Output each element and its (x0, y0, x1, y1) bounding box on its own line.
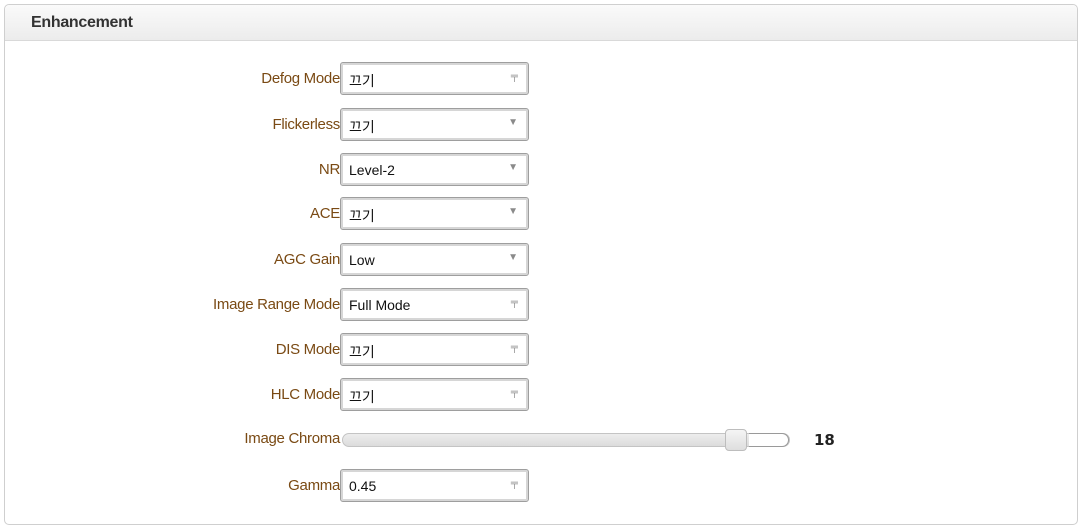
flickerless-select[interactable]: 끄기 ▼ (340, 108, 529, 141)
hlc-mode-label: HLC Mode (270, 386, 341, 403)
dropdown-arrow-icon: ╤ (510, 342, 518, 353)
defog-mode-value: 끄기 (349, 73, 375, 89)
dropdown-arrow-icon: ▼ (508, 206, 518, 217)
gamma-row: Gamma 0.45 ╤ (0, 469, 1082, 502)
dropdown-arrow-icon: ▼ (508, 162, 518, 173)
dis-mode-select[interactable]: 끄기 ╤ (340, 333, 529, 366)
image-range-mode-select[interactable]: Full Mode ╤ (340, 288, 529, 321)
gamma-label: Gamma (288, 477, 340, 494)
image-chroma-row: Image Chroma 18 (0, 427, 1082, 459)
flickerless-value: 끄기 (349, 119, 375, 135)
image-range-mode-value: Full Mode (349, 297, 411, 313)
dropdown-arrow-icon: ▼ (508, 117, 518, 128)
dropdown-arrow-icon: ╤ (510, 387, 518, 398)
image-range-mode-row: Image Range Mode Full Mode ╤ (0, 288, 1082, 321)
nr-select[interactable]: Level-2 ▼ (340, 153, 529, 186)
agc-gain-select[interactable]: Low ▼ (340, 243, 529, 276)
ace-row: ACE 끄기 ▼ (0, 197, 1082, 230)
flickerless-row: Flickerless 끄기 ▼ (0, 108, 1082, 141)
nr-row: NR Level-2 ▼ (0, 153, 1082, 186)
agc-gain-row: AGC Gain Low ▼ (0, 243, 1082, 276)
dropdown-arrow-icon: ╤ (510, 71, 518, 82)
ace-select[interactable]: 끄기 ▼ (340, 197, 529, 230)
slider-track-end (749, 433, 789, 447)
nr-value: Level-2 (349, 162, 395, 178)
hlc-mode-select[interactable]: 끄기 ╤ (340, 378, 529, 411)
ace-label: ACE (310, 205, 340, 222)
gamma-select[interactable]: 0.45 ╤ (340, 469, 529, 502)
dis-mode-label: DIS Mode (275, 341, 341, 358)
nr-label: NR (318, 161, 340, 178)
panel-title: Enhancement (31, 13, 133, 31)
defog-mode-label: Defog Mode (261, 70, 340, 87)
dropdown-arrow-icon: ╤ (510, 478, 518, 489)
dropdown-arrow-icon: ╤ (510, 297, 518, 308)
image-chroma-value: 18 (814, 431, 835, 449)
hlc-mode-value: 끄기 (349, 389, 375, 405)
hlc-mode-row: HLC Mode 끄기 ╤ (0, 378, 1082, 411)
slider-thumb[interactable] (725, 429, 747, 451)
image-chroma-slider[interactable] (342, 429, 790, 451)
agc-gain-value: Low (349, 252, 375, 268)
ace-value: 끄기 (349, 208, 375, 224)
gamma-value: 0.45 (349, 478, 377, 494)
panel-header: Enhancement (5, 5, 1077, 41)
dis-mode-row: DIS Mode 끄기 ╤ (0, 333, 1082, 366)
image-range-mode-label: Image Range Mode (213, 296, 340, 313)
agc-gain-label: AGC Gain (274, 251, 340, 268)
dropdown-arrow-icon: ▼ (508, 252, 518, 263)
dis-mode-value: 끄기 (349, 344, 375, 360)
flickerless-label: Flickerless (272, 116, 340, 133)
defog-mode-row: Defog Mode 끄기 ╤ (0, 62, 1082, 95)
defog-mode-select[interactable]: 끄기 ╤ (340, 62, 529, 95)
image-chroma-label: Image Chroma (244, 430, 340, 447)
